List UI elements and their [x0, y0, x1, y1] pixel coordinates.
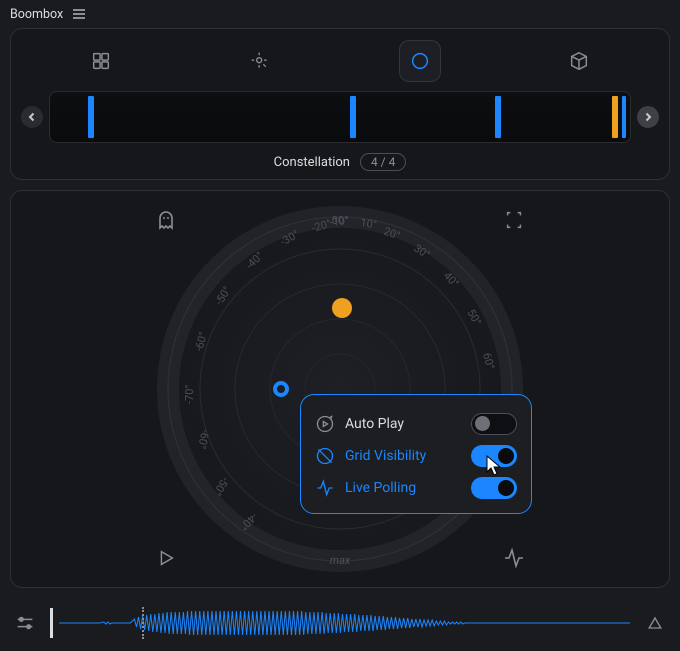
popover-label: Auto Play — [345, 416, 461, 432]
loop-marker[interactable] — [142, 607, 144, 639]
dial-max-label: max — [330, 554, 351, 567]
bottom-bar — [10, 603, 670, 643]
svg-text:-70°: -70° — [183, 384, 196, 404]
popover-row-live-polling: Live Polling — [315, 477, 517, 499]
svg-text:10°: 10° — [360, 216, 378, 231]
tab-focus[interactable] — [239, 40, 281, 82]
strip-label: Constellation — [274, 155, 350, 170]
cube-icon — [568, 50, 590, 72]
tab-circle[interactable] — [399, 40, 441, 82]
strip-prev-button[interactable] — [21, 106, 43, 128]
strip-next-button[interactable] — [637, 106, 659, 128]
tab-cube[interactable] — [558, 40, 600, 82]
settings-popover: Auto Play Grid Visibility Live Polling — [300, 394, 532, 514]
tab-grid[interactable] — [80, 40, 122, 82]
focus-icon — [250, 51, 270, 71]
sliders-icon — [14, 612, 36, 634]
strip-counter: 4 / 4 — [360, 153, 406, 171]
strip-marker — [350, 96, 356, 138]
radar-card: -70° -60° -50° -40° -30° -20° -10° 00° 1… — [10, 190, 670, 588]
constellation-point[interactable] — [273, 381, 289, 397]
circle-icon — [409, 50, 431, 72]
grid-visibility-toggle[interactable] — [471, 445, 517, 467]
autoplay-icon — [315, 414, 335, 434]
grid-visibility-icon — [315, 446, 335, 466]
svg-text:00°: 00° — [332, 214, 348, 227]
strip-marker — [622, 96, 626, 138]
sliders-button[interactable] — [10, 608, 40, 638]
view-tabs — [21, 39, 659, 83]
strip-marker — [495, 96, 501, 138]
popover-label: Live Polling — [345, 480, 461, 496]
grid-icon — [90, 50, 112, 72]
chevron-left-icon — [27, 112, 37, 122]
live-polling-icon — [315, 478, 335, 498]
live-polling-toggle[interactable] — [471, 477, 517, 499]
strip-marker — [88, 96, 94, 138]
playhead-indicator — [50, 608, 53, 638]
chevron-right-icon — [643, 112, 653, 122]
strip-marker-active — [612, 96, 618, 138]
popover-label: Grid Visibility — [345, 448, 461, 464]
menu-button[interactable] — [73, 9, 85, 19]
timeline-strip[interactable] — [49, 91, 631, 143]
view-switcher-card: Constellation 4 / 4 — [10, 28, 670, 180]
constellation-dial[interactable]: -70° -60° -50° -40° -30° -20° -10° 00° 1… — [155, 204, 525, 574]
app-title: Boombox — [10, 7, 63, 22]
waveform-track[interactable] — [50, 603, 630, 643]
waveform — [59, 605, 630, 641]
autoplay-toggle[interactable] — [471, 413, 517, 435]
constellation-point-active[interactable] — [332, 298, 352, 318]
collapse-up-button[interactable] — [640, 608, 670, 638]
popover-row-grid-visibility: Grid Visibility — [315, 445, 517, 467]
triangle-up-icon — [645, 613, 665, 633]
popover-row-autoplay: Auto Play — [315, 413, 517, 435]
